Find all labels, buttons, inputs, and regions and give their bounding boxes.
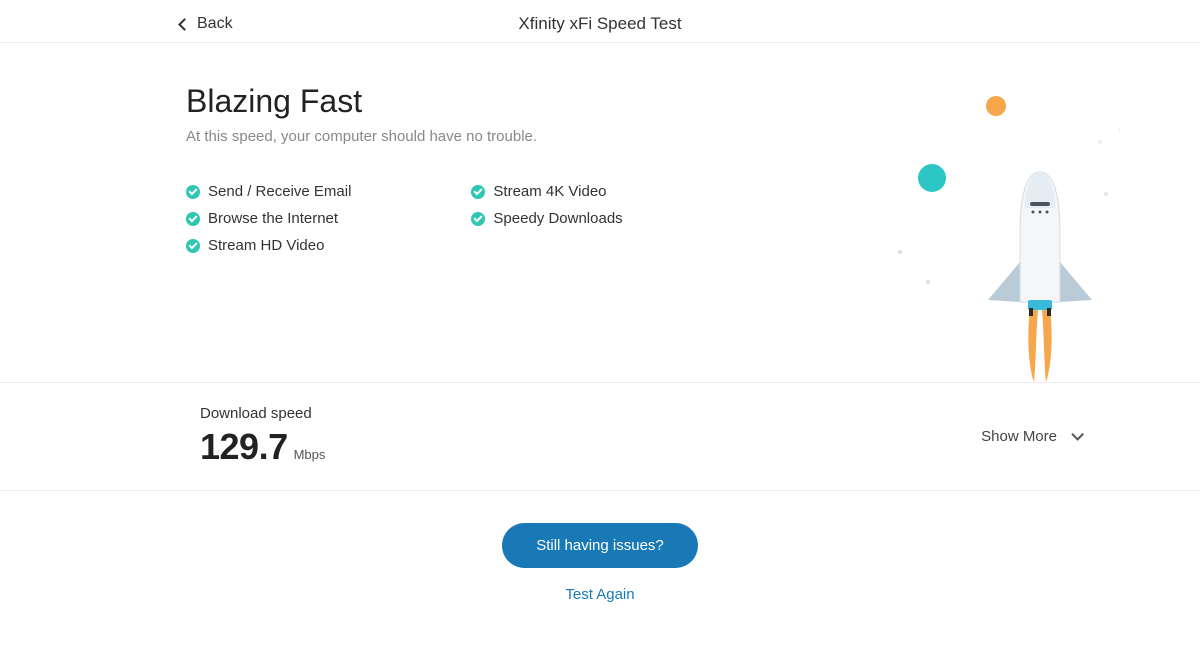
page-title: Xfinity xFi Speed Test <box>518 14 681 34</box>
download-speed-unit: Mbps <box>294 447 326 462</box>
check-icon <box>186 185 200 199</box>
check-icon <box>471 212 485 226</box>
capability-item: Stream HD Video <box>186 237 351 254</box>
actions-section: Still having issues? Test Again <box>0 491 1200 627</box>
capability-label: Browse the Internet <box>208 210 338 227</box>
download-speed-row: Download speed 129.7 Mbps Show More <box>0 383 1200 491</box>
show-more-button[interactable]: Show More <box>981 428 1080 445</box>
capability-item: Speedy Downloads <box>471 210 622 227</box>
back-button[interactable]: Back <box>180 15 233 33</box>
show-more-label: Show More <box>981 428 1057 445</box>
still-having-issues-button[interactable]: Still having issues? <box>502 523 698 568</box>
chevron-left-icon <box>178 18 191 31</box>
test-again-link[interactable]: Test Again <box>565 586 634 603</box>
capability-item: Send / Receive Email <box>186 183 351 200</box>
capability-label: Send / Receive Email <box>208 183 351 200</box>
capability-item: Stream 4K Video <box>471 183 622 200</box>
check-icon <box>186 239 200 253</box>
download-speed-label: Download speed <box>200 405 325 422</box>
result-subtitle: At this speed, your computer should have… <box>186 128 1152 145</box>
hero-section: Blazing Fast At this speed, your compute… <box>0 43 1200 383</box>
capability-label: Stream HD Video <box>208 237 324 254</box>
capability-item: Browse the Internet <box>186 210 351 227</box>
result-headline: Blazing Fast <box>186 83 1152 120</box>
chevron-down-icon <box>1071 428 1084 441</box>
check-icon <box>471 185 485 199</box>
download-speed-value: 129.7 <box>200 426 288 468</box>
capability-label: Stream 4K Video <box>493 183 606 200</box>
check-icon <box>186 212 200 226</box>
app-header: Back Xfinity xFi Speed Test <box>0 0 1200 43</box>
capabilities-list: Send / Receive Email Browse the Internet… <box>186 183 1152 254</box>
back-button-label: Back <box>197 15 233 33</box>
capability-label: Speedy Downloads <box>493 210 622 227</box>
